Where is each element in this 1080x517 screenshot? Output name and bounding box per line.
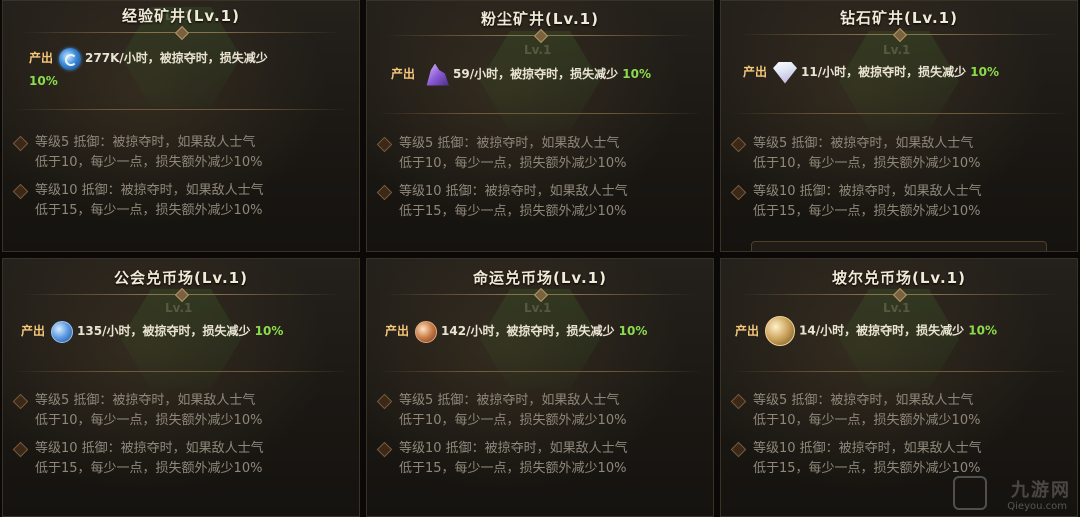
bonus-text-line: 等级5 抵御：被掠夺时，如果敌人士气 [35,393,256,408]
diamond-icon [773,61,798,84]
bonus-text-line: 等级5 抵御：被掠夺时，如果敌人士气 [753,393,974,408]
bonus-level-10: 等级10 抵御：被掠夺时，如果敌人士气 低于15，每少一点，损失额外减少10% [730,439,1071,479]
bonus-text-line: 等级5 抵御：被掠夺时，如果敌人士气 [753,136,974,151]
section-divider [731,113,1067,114]
panel-title: 经验矿井(Lv.1) [122,7,240,25]
panel-bottom-frame [751,241,1047,251]
panel-title: 坡尔兑币场(Lv.1) [832,269,966,287]
bonus-text-line: 低于10，每少一点，损失额外减少10% [35,155,263,170]
level-ghost-label: Lv.1 [883,301,911,315]
bonus-text-line: 低于10，每少一点，损失额外减少10% [753,156,981,171]
mine-panel-exp: Lv.1 经验矿井(Lv.1) 产出 277K/小时，被掠夺时，损失减少 10% … [2,0,360,252]
exchange-panel-guild: Lv.1 公会兑币场(Lv.1) 产出 135/小时，被掠夺时，损失减少 10% … [2,258,360,517]
output-label: 产出 [29,51,54,65]
bonus-text-line: 等级5 抵御：被掠夺时，如果敌人士气 [399,393,620,408]
mine-panel-diamond: Lv.1 钻石矿井(Lv.1) 产出 11/小时，被掠夺时，损失减少 10% 等级… [720,0,1078,252]
bonus-text-line: 等级10 抵御：被掠夺时，如果敌人士气 [35,441,264,456]
loss-reduction-value: 10% [622,67,652,81]
panel-title: 钻石矿井(Lv.1) [840,9,958,27]
output-rate: 11/小时，被掠夺时，损失减少 [801,65,967,79]
level-ghost-label: Lv.1 [883,43,911,57]
section-divider [731,371,1067,372]
exp-swirl-icon [59,47,82,70]
bonus-level-5: 等级5 抵御：被掠夺时，如果敌人士气 低于10，每少一点，损失额外减少10% [376,391,707,431]
output-rate: 277K/小时，被掠夺时，损失减少 [85,51,268,65]
output-rate: 135/小时，被掠夺时，损失减少 [77,324,251,338]
bonus-level-5: 等级5 抵御：被掠夺时，如果敌人士气 低于10，每少一点，损失额外减少10% [12,133,353,173]
panel-title: 粉尘矿井(Lv.1) [481,10,599,28]
output-row: 产出 11/小时，被掠夺时，损失减少 10% [743,61,1067,84]
loss-reduction-value: 10% [254,324,284,338]
output-rate: 142/小时，被掠夺时，损失减少 [441,324,615,338]
loss-reduction-value: 10% [29,73,58,88]
bonus-level-10: 等级10 抵御：被掠夺时，如果敌人士气 低于15，每少一点，损失额外减少10% [12,181,353,221]
output-label: 产出 [21,324,46,338]
bonus-text-line: 低于10，每少一点，损失额外减少10% [399,156,627,171]
bonus-text-line: 低于10，每少一点，损失额外减少10% [399,413,627,428]
bonus-level-5: 等级5 抵御：被掠夺时，如果敌人士气 低于10，每少一点，损失额外减少10% [376,134,707,174]
bonus-text-line: 低于15，每少一点，损失额外减少10% [399,204,627,219]
section-divider [377,371,703,372]
guild-coin-icon [51,320,74,343]
exchange-panel-fate: Lv.1 命运兑币场(Lv.1) 产出 142/小时，被掠夺时，损失减少 10% … [366,258,714,517]
section-divider [377,113,703,114]
output-rate: 14/小时，被掠夺时，损失减少 [799,323,965,338]
watermark-url: Qieyou.com [1007,501,1067,512]
bonus-level-5: 等级5 抵御：被掠夺时，如果敌人士气 低于10，每少一点，损失额外减少10% [730,134,1071,174]
level-ghost-label: Lv.1 [524,43,552,57]
output-label: 产出 [385,324,410,338]
bonus-text-line: 低于10，每少一点，损失额外减少10% [35,413,263,428]
bonus-text-line: 低于15，每少一点，损失额外减少10% [399,461,627,476]
bonus-text-line: 低于15，每少一点，损失额外减少10% [35,203,263,218]
bonus-level-10: 等级10 抵御：被掠夺时，如果敌人士气 低于15，每少一点，损失额外减少10% [376,439,707,479]
bonus-text-line: 等级5 抵御：被掠夺时，如果敌人士气 [35,135,256,150]
panel-title: 公会兑币场(Lv.1) [114,269,248,287]
level-ghost-label: Lv.1 [524,301,552,315]
section-divider [13,109,349,110]
bonus-text-line: 低于15，每少一点，损失额外减少10% [35,461,263,476]
bonus-level-5: 等级5 抵御：被掠夺时，如果敌人士气 低于10，每少一点，损失额外减少10% [730,391,1071,431]
bonus-text-line: 等级10 抵御：被掠夺时，如果敌人士气 [753,441,982,456]
site-watermark: 九游网 Qieyou.com [953,476,1071,512]
mine-panel-dust: Lv.1 粉尘矿井(Lv.1) 产出 59/小时，被掠夺时，损失减少 10% 等级… [366,0,714,252]
output-label: 产出 [743,65,768,79]
bonus-level-5: 等级5 抵御：被掠夺时，如果敌人士气 低于10，每少一点，损失额外减少10% [12,391,353,431]
bonus-level-10: 等级10 抵御：被掠夺时，如果敌人士气 低于15，每少一点，损失额外减少10% [730,182,1071,222]
loss-reduction-value: 10% [968,323,998,338]
loss-reduction-value: 10% [970,65,1000,79]
section-divider [13,371,349,372]
output-rate: 59/小时，被掠夺时，损失减少 [453,67,619,81]
watermark-brand: 九游网 [1011,480,1071,501]
output-row: 产出 142/小时，被掠夺时，损失减少 10% [385,320,703,343]
bonus-text-line: 等级10 抵御：被掠夺时，如果敌人士气 [399,441,628,456]
output-label: 产出 [391,67,416,81]
loss-reduction-value: 10% [618,324,648,338]
bonus-level-10: 等级10 抵御：被掠夺时，如果敌人士气 低于15，每少一点，损失额外减少10% [12,439,353,479]
bonus-text-line: 等级5 抵御：被掠夺时，如果敌人士气 [399,136,620,151]
panel-title: 命运兑币场(Lv.1) [473,269,607,287]
bonus-level-10: 等级10 抵御：被掠夺时，如果敌人士气 低于15，每少一点，损失额外减少10% [376,182,707,222]
exchange-panel-porr: Lv.1 坡尔兑币场(Lv.1) 产出 14/小时，被掠夺时，损失减少 10% 等… [720,258,1078,517]
fate-coin-icon [415,320,438,343]
level-ghost-label: Lv.1 [165,301,193,315]
bonus-text-line: 等级10 抵御：被掠夺时，如果敌人士气 [399,184,628,199]
output-row: 产出 277K/小时，被掠夺时，损失减少 10% [29,47,349,92]
output-label: 产出 [735,323,760,338]
bonus-text-line: 等级10 抵御：被掠夺时，如果敌人士气 [753,184,982,199]
bonus-text-line: 低于10，每少一点，损失额外减少10% [753,413,981,428]
bonus-text-line: 低于15，每少一点，损失额外减少10% [753,204,981,219]
purple-dust-crystal-icon [426,63,450,86]
output-row: 产出 14/小时，被掠夺时，损失减少 10% [735,316,1067,346]
bonus-text-line: 等级10 抵御：被掠夺时，如果敌人士气 [35,183,264,198]
output-row: 产出 59/小时，被掠夺时，损失减少 10% [391,63,703,86]
watermark-logo-icon [953,476,987,510]
output-row: 产出 135/小时，被掠夺时，损失减少 10% [21,320,349,343]
porr-coin-icon [765,316,796,346]
